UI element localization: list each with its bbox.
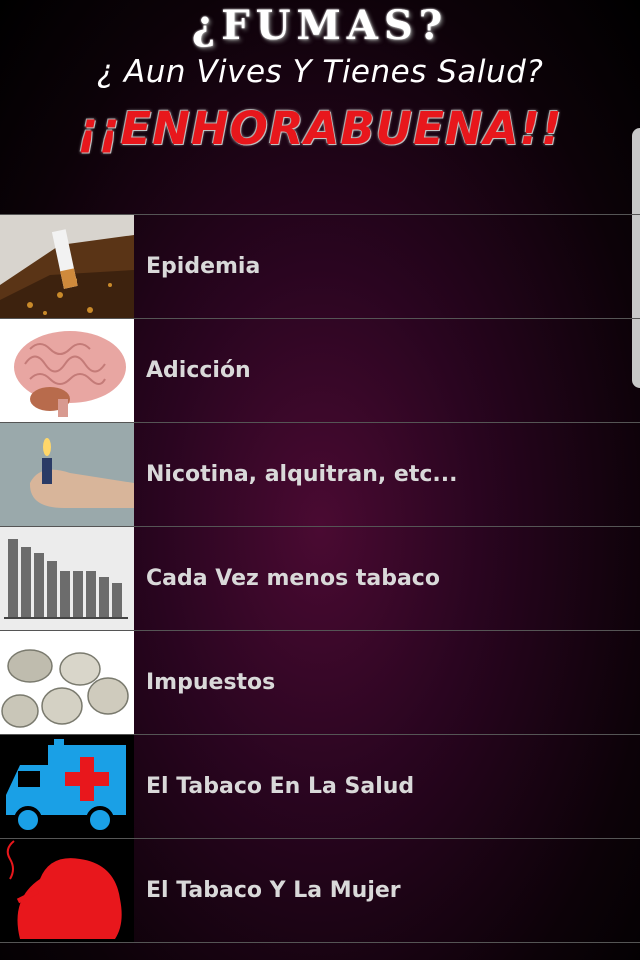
cigarette-image	[0, 215, 134, 318]
bar-chart-image	[0, 527, 134, 630]
menu-item-nicotina[interactable]: Nicotina, alquitran, etc...	[0, 422, 640, 526]
menu-item-label: El Tabaco Y La Mujer	[146, 878, 401, 903]
menu-item-adiccion[interactable]: Adicción	[0, 318, 640, 422]
menu-item-mujer[interactable]: El Tabaco Y La Mujer	[0, 838, 640, 943]
menu-item-label: Adicción	[146, 358, 251, 383]
menu-item-label: Epidemia	[146, 254, 261, 279]
menu-item-label: Nicotina, alquitran, etc...	[146, 462, 458, 487]
congrats-banner: ¡¡ENHORABUENA!!	[77, 102, 563, 155]
menu-item-label: Impuestos	[146, 670, 276, 695]
menu-item-cada-vez[interactable]: Cada Vez menos tabaco	[0, 526, 640, 630]
menu-item-label: Cada Vez menos tabaco	[146, 566, 440, 591]
brain-image	[0, 319, 134, 422]
coins-image	[0, 631, 134, 734]
menu-item-label: El Tabaco En La Salud	[146, 774, 415, 799]
app-subtitle: ¿ Aun Vives Y Tienes Salud?	[96, 54, 544, 90]
woman-smoking-icon	[0, 839, 134, 942]
menu-item-epidemia[interactable]: Epidemia	[0, 214, 640, 318]
menu-list: Epidemia Adicción Nicotina, alquitran, e…	[0, 214, 640, 943]
header: ¿FUMAS? ¿ Aun Vives Y Tienes Salud? ¡¡EN…	[0, 0, 640, 214]
menu-item-salud[interactable]: El Tabaco En La Salud	[0, 734, 640, 838]
lighter-hand-image	[0, 423, 134, 526]
app-title: ¿FUMAS?	[0, 2, 640, 49]
menu-item-impuestos[interactable]: Impuestos	[0, 630, 640, 734]
ambulance-icon	[0, 735, 134, 838]
